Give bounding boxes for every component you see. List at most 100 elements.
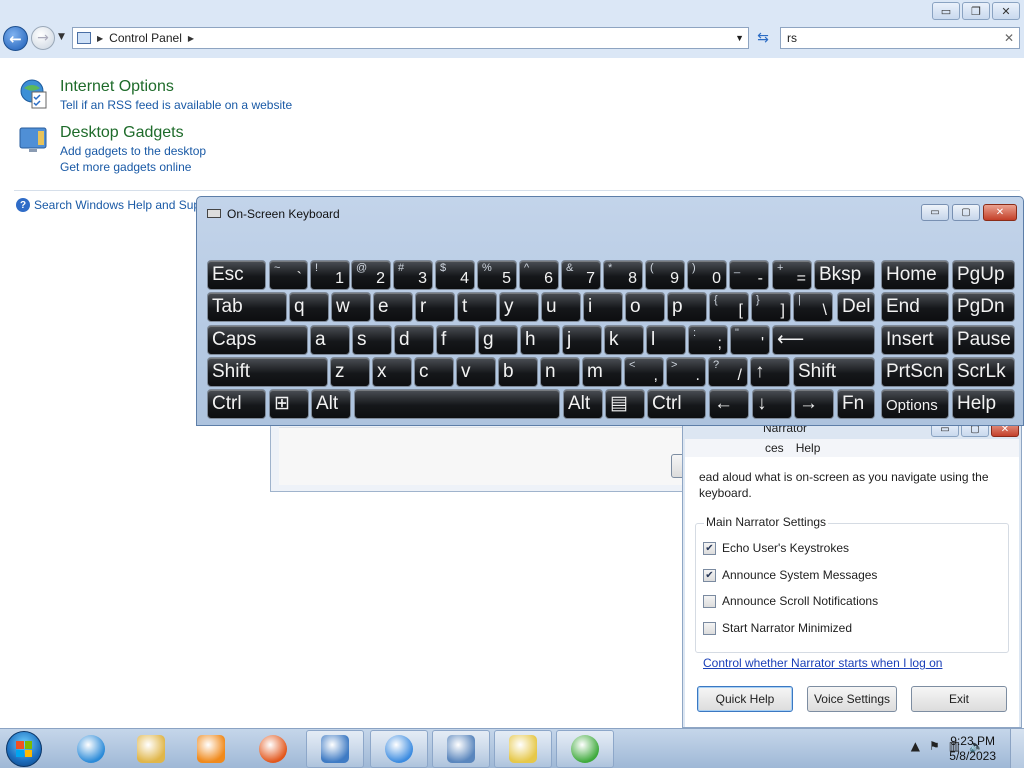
key-shift[interactable]: Shift xyxy=(793,357,875,387)
checkbox-checked-icon[interactable]: ✔ xyxy=(703,568,716,582)
key-y[interactable]: y xyxy=(499,292,539,322)
key-[[interactable]: {[ xyxy=(709,292,749,322)
key-del[interactable]: Del xyxy=(837,292,875,322)
taskbar-button-media-player[interactable] xyxy=(182,730,240,768)
key-insert[interactable]: Insert xyxy=(881,325,949,355)
key-d[interactable]: d xyxy=(394,325,434,355)
start-button[interactable] xyxy=(6,731,42,767)
key-ctrl[interactable]: Ctrl xyxy=(647,389,706,419)
key-down-arrow[interactable]: ↓ xyxy=(752,389,792,419)
key-e[interactable]: e xyxy=(373,292,413,322)
key-5[interactable]: % 5 xyxy=(477,260,517,290)
chevron-right-icon[interactable]: ▶ xyxy=(97,34,103,43)
clock[interactable]: 9:23 PM 5/8/2023 xyxy=(949,734,996,764)
osk-titlebar[interactable]: On-Screen Keyboard ▭ ▢ ✕ xyxy=(197,197,1023,227)
key-i[interactable]: i xyxy=(583,292,623,322)
checkbox-announce-scroll-notifications[interactable]: Announce Scroll Notifications xyxy=(703,594,878,608)
taskbar-button-narrator[interactable] xyxy=(494,730,552,768)
menu-preferences[interactable]: ces xyxy=(765,441,784,455)
checkbox-announce-system-messages[interactable]: ✔ Announce System Messages xyxy=(703,568,877,582)
key-k[interactable]: k xyxy=(604,325,644,355)
key-'[interactable]: " ' xyxy=(730,325,770,355)
key-pgdn[interactable]: PgDn xyxy=(952,292,1015,322)
taskbar-button-on-screen-keyboard[interactable] xyxy=(432,730,490,768)
breadcrumb-control-panel[interactable]: Control Panel xyxy=(109,31,182,45)
key-a[interactable]: a xyxy=(310,325,350,355)
osk-minimize-button[interactable]: ▭ xyxy=(921,204,949,221)
key-esc[interactable]: Esc xyxy=(207,260,266,290)
result-link-add-gadgets[interactable]: Add gadgets to the desktop xyxy=(60,144,206,158)
key-o[interactable]: o xyxy=(625,292,665,322)
result-link-get-more-gadgets[interactable]: Get more gadgets online xyxy=(60,160,206,174)
key-9[interactable]: (9 xyxy=(645,260,685,290)
key-c[interactable]: c xyxy=(414,357,454,387)
key-j[interactable]: j xyxy=(562,325,602,355)
key-8[interactable]: * 8 xyxy=(603,260,643,290)
recent-pages-dropdown[interactable]: ▼ xyxy=(58,32,65,42)
osk-close-button[interactable]: ✕ xyxy=(983,204,1017,221)
key-z[interactable]: z xyxy=(330,357,370,387)
search-help-text[interactable]: Search Windows Help and Sup xyxy=(34,198,200,212)
key-fn[interactable]: Fn xyxy=(837,389,875,419)
key-f[interactable]: f xyxy=(436,325,476,355)
refresh-button[interactable]: ⇆ xyxy=(752,27,774,49)
exit-button[interactable]: Exit xyxy=(911,686,1007,712)
maximize-button[interactable]: ❐ xyxy=(962,2,990,20)
taskbar-button-internet-explorer[interactable] xyxy=(62,730,120,768)
checkbox-unchecked-icon[interactable] xyxy=(703,621,716,635)
key-b[interactable]: b xyxy=(498,357,538,387)
key-prtscn[interactable]: PrtScn xyxy=(881,357,949,387)
checkbox-echo-keystrokes[interactable]: ✔ Echo User's Keystrokes xyxy=(703,541,849,555)
key-2[interactable]: @2 xyxy=(351,260,391,290)
search-input[interactable]: rs ✕ xyxy=(780,27,1020,49)
result-link-rss[interactable]: Tell if an RSS feed is available on a we… xyxy=(60,98,292,112)
key-0[interactable]: ) 0 xyxy=(687,260,727,290)
key-end[interactable]: End xyxy=(881,292,949,322)
key-`[interactable]: ~ ` xyxy=(269,260,308,290)
forward-button[interactable]: → xyxy=(31,26,55,50)
quick-help-button[interactable]: Quick Help xyxy=(697,686,793,712)
key-pause[interactable]: Pause xyxy=(952,325,1015,355)
minimize-button[interactable]: ▭ xyxy=(932,2,960,20)
narrator-startup-link[interactable]: Control whether Narrator starts when I l… xyxy=(703,656,942,670)
key-t[interactable]: t xyxy=(457,292,497,322)
taskbar-button-chrome[interactable] xyxy=(370,730,428,768)
key-scrlk[interactable]: ScrLk xyxy=(952,357,1015,387)
taskbar-button-firefox[interactable] xyxy=(244,730,302,768)
key-/[interactable]: ? / xyxy=(708,357,748,387)
key-home[interactable]: Home xyxy=(881,260,949,290)
key-p[interactable]: p xyxy=(667,292,707,322)
osk-maximize-button[interactable]: ▢ xyxy=(952,204,980,221)
key-4[interactable]: $4 xyxy=(435,260,475,290)
key-][interactable]: }] xyxy=(751,292,791,322)
key-options[interactable]: Options xyxy=(881,389,949,419)
key-alt[interactable]: Alt xyxy=(311,389,351,419)
key-\[interactable]: | \ xyxy=(793,292,833,322)
taskbar-button-control-panel[interactable] xyxy=(306,730,364,768)
key-.[interactable]: >. xyxy=(666,357,706,387)
key-q[interactable]: q xyxy=(289,292,329,322)
key-windows[interactable]: ⊞ xyxy=(269,389,309,419)
result-title-internet-options[interactable]: Internet Options xyxy=(60,78,292,96)
key-r[interactable]: r xyxy=(415,292,455,322)
key--[interactable]: _ - xyxy=(729,260,769,290)
key-x[interactable]: x xyxy=(372,357,412,387)
back-button[interactable]: ← xyxy=(3,26,28,51)
checkbox-checked-icon[interactable]: ✔ xyxy=(703,541,716,555)
key-left-arrow[interactable]: ← xyxy=(709,389,749,419)
key-l[interactable]: l xyxy=(646,325,686,355)
key-m[interactable]: m xyxy=(582,357,622,387)
key-pgup[interactable]: PgUp xyxy=(952,260,1015,290)
key-bksp[interactable]: Bksp xyxy=(814,260,875,290)
close-button[interactable]: ✕ xyxy=(992,2,1020,20)
clear-search-icon[interactable]: ✕ xyxy=(1004,31,1014,45)
address-bar[interactable]: ▶ Control Panel ▶ ▼ xyxy=(72,27,749,49)
key-w[interactable]: w xyxy=(331,292,371,322)
key-7[interactable]: & 7 xyxy=(561,260,601,290)
chevron-right-icon[interactable]: ▶ xyxy=(188,34,194,43)
show-desktop-button[interactable] xyxy=(1010,729,1024,768)
taskbar-button-libraries-folder[interactable] xyxy=(122,730,180,768)
key-caps[interactable]: Caps xyxy=(207,325,308,355)
menu-help[interactable]: Help xyxy=(796,441,821,455)
key-up-arrow[interactable]: ↑ xyxy=(750,357,790,387)
